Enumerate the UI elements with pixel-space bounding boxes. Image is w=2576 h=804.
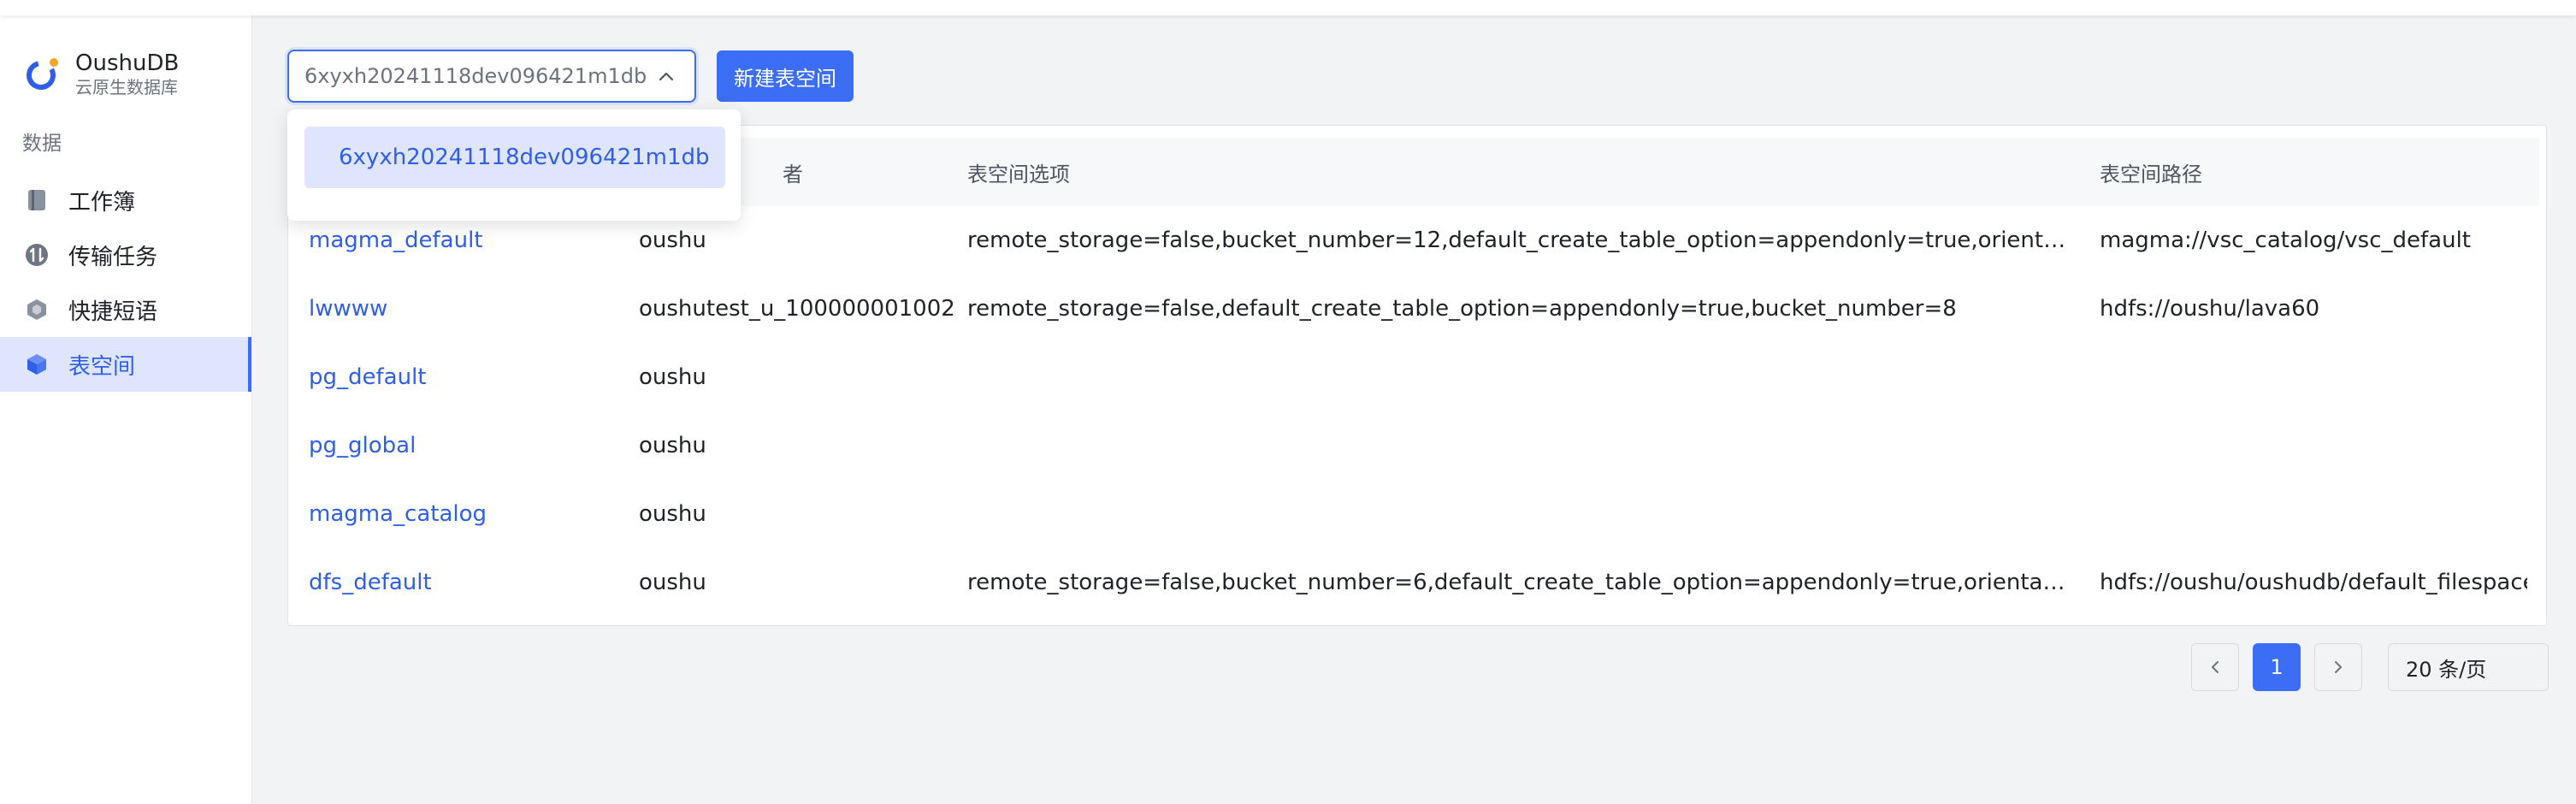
tablespace-owner: oushu (639, 570, 706, 595)
new-tablespace-button[interactable]: 新建表空间 (717, 50, 854, 102)
brand-name: OushuDB (75, 50, 180, 76)
main-content: 6xyxh20241118dev096421m1db 新建表空间 者 表空间选项… (253, 15, 2576, 804)
table-row: pg_default oushu (295, 343, 2539, 411)
tablespace-name-link[interactable]: dfs_default (309, 548, 625, 617)
sidebar-item-tablespace[interactable]: 表空间 (0, 337, 251, 392)
transfer-icon (24, 242, 50, 268)
top-bar (0, 0, 2576, 15)
tablespace-owner: oushu (639, 364, 706, 390)
section-label-data: 数据 (22, 133, 62, 155)
sidebar-nav: 工作簿 传输任务 快捷短语 表空间 (0, 173, 251, 392)
tablespace-owner: oushu (639, 501, 706, 527)
table-row: dfs_default oushu remote_storage=false,b… (295, 548, 2539, 617)
database-select[interactable]: 6xyxh20241118dev096421m1db (287, 50, 696, 103)
tablespace-options: remote_storage=false,bucket_number=12,de… (967, 228, 2072, 253)
database-select-value: 6xyxh20241118dev096421m1db (304, 64, 647, 88)
sidebar-item-workbook[interactable]: 工作簿 (0, 173, 251, 228)
tablespace-owner: oushutest_u_100000001002 (639, 296, 955, 322)
tablespace-name-link[interactable]: pg_default (309, 343, 625, 411)
tablespace-name-link[interactable]: pg_global (309, 411, 625, 480)
tablespace-path (2100, 411, 2527, 480)
tablespace-name-link[interactable]: magma_catalog (309, 480, 625, 548)
tablespace-options: remote_storage=false,bucket_number=6,def… (967, 570, 2072, 595)
tablespace-icon (24, 352, 50, 377)
chevron-up-icon (657, 67, 676, 86)
tablespace-owner: oushu (639, 433, 706, 458)
database-option[interactable]: 6xyxh20241118dev096421m1db (304, 127, 725, 188)
table-row: pg_global oushu (295, 411, 2539, 480)
sidebar-item-label: 工作簿 (68, 189, 136, 216)
tablespace-path: magma://vsc_catalog/vsc_default (2100, 228, 2471, 253)
table-row: lwwww oushutest_u_100000001002 remote_st… (295, 275, 2539, 343)
sidebar-item-label: 表空间 (68, 353, 136, 380)
chevron-left-icon (2212, 661, 2219, 673)
table-row: magma_catalog oushu (295, 480, 2539, 548)
column-header-options: 表空间选项 (967, 162, 1070, 186)
chevron-right-icon (2335, 661, 2342, 673)
sidebar-item-label: 快捷短语 (68, 299, 158, 325)
oushudb-logo-icon (24, 56, 60, 92)
pagination-prev-button[interactable] (2191, 643, 2239, 691)
sidebar-item-label: 传输任务 (68, 244, 158, 270)
tablespace-options: remote_storage=false,default_create_tabl… (967, 296, 1957, 322)
sidebar-item-transfer-tasks[interactable]: 传输任务 (0, 228, 251, 282)
pagination-page-1[interactable]: 1 (2253, 643, 2301, 691)
tablespace-name-link[interactable]: lwwww (309, 275, 625, 343)
sidebar: OushuDB 云原生数据库 数据 工作簿 传输任务 快捷短语 表空间 (0, 15, 252, 804)
notebook-icon (24, 187, 50, 213)
tablespace-options (967, 411, 2072, 480)
tablespace-options (967, 480, 2072, 548)
brand: OushuDB 云原生数据库 (24, 50, 179, 98)
tablespace-path (2100, 480, 2527, 548)
tablespace-path (2100, 343, 2527, 411)
tablespace-options (967, 343, 2072, 411)
column-header-path: 表空间路径 (2100, 162, 2202, 186)
pagination-next-button[interactable] (2314, 643, 2362, 691)
sidebar-item-quick-phrases[interactable]: 快捷短语 (0, 282, 251, 337)
database-select-dropdown: 6xyxh20241118dev096421m1db (287, 109, 741, 221)
tablespace-path: hdfs://oushu/oushudb/default_filespace (2100, 570, 2527, 595)
brand-subtitle: 云原生数据库 (75, 77, 178, 98)
page-size-select[interactable]: 20 条/页 (2388, 643, 2549, 691)
tablespace-path: hdfs://oushu/lava60 (2100, 296, 2320, 322)
cube-icon (24, 297, 50, 322)
